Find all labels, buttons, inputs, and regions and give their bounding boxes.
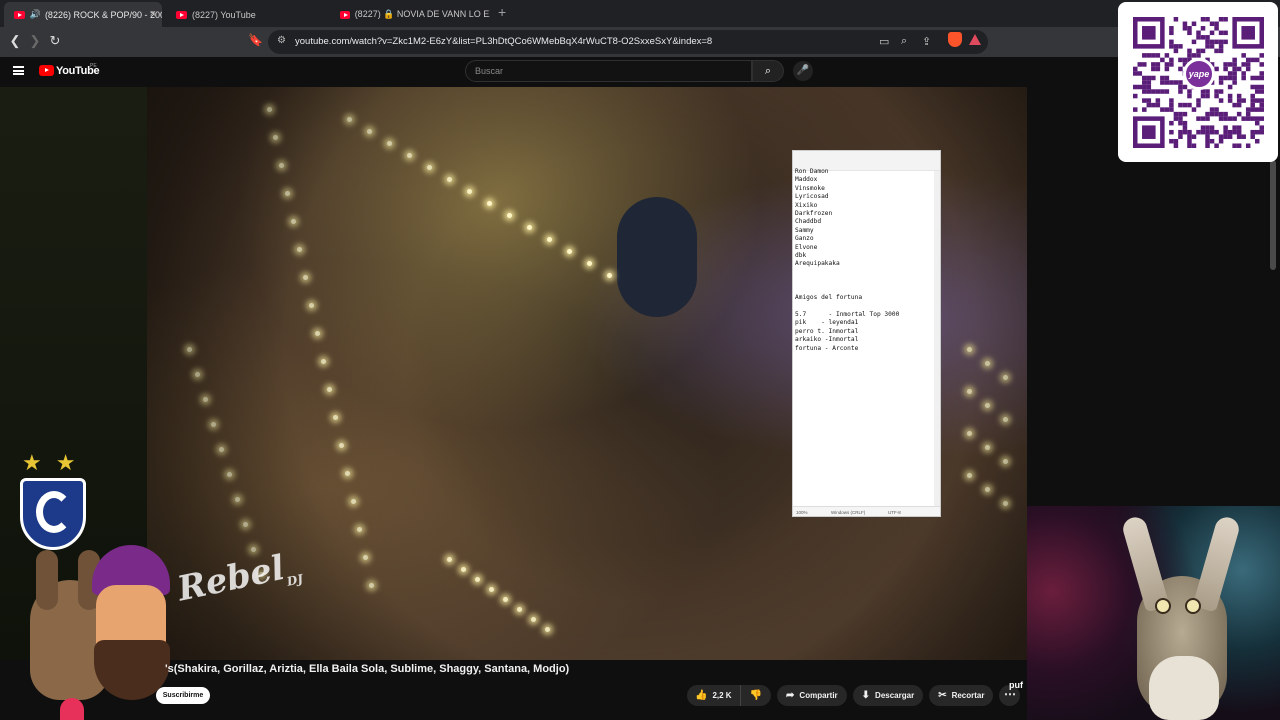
webcam-feed xyxy=(1027,506,1280,720)
donkey-muzzle xyxy=(1149,656,1219,720)
subscribe-button[interactable]: Suscribirme xyxy=(156,687,210,704)
screen: 🔊 (8226) ROCK & POP/90 - 200 × (8227) Yo… xyxy=(0,0,1280,720)
search-placeholder: Buscar xyxy=(475,66,504,76)
thumbs-down-icon: 👎 xyxy=(749,690,763,701)
crest-letter-c xyxy=(36,491,72,533)
dislike-button[interactable]: 👎 xyxy=(741,690,771,701)
cartoon-tongue xyxy=(60,698,84,720)
stars-icon: ★★ xyxy=(22,450,90,475)
clip-label: Recortar xyxy=(951,691,985,700)
status-eol: Windows (CRLF) xyxy=(831,510,866,515)
share-button[interactable]: ➦ Compartir xyxy=(777,685,847,706)
cast-icon[interactable]: ▭ xyxy=(879,35,889,48)
new-tab-icon[interactable]: + xyxy=(498,4,506,20)
brave-rewards-icon[interactable] xyxy=(969,34,981,45)
youtube-favicon-icon xyxy=(14,10,25,19)
youtube-logo-icon[interactable] xyxy=(39,65,54,76)
share-label: Compartir xyxy=(799,691,838,700)
tab-title: (8227) 🔒 NOVIA DE VANN LO EXPO xyxy=(354,9,490,19)
share-arrow-icon: ➦ xyxy=(786,690,795,701)
youtube-header: YouTube PE Buscar ⌕ 🎤 xyxy=(0,57,1120,87)
clip-button[interactable]: ✂ Recortar xyxy=(929,685,994,706)
status-zoom: 100% xyxy=(796,510,808,515)
url-text: youtube.com/watch?v=Zkc1M2-E6zY&list=PL3… xyxy=(295,36,713,47)
like-button[interactable]: 👍 2,2 K xyxy=(687,685,741,706)
donkey-ear xyxy=(1192,514,1242,613)
microphone-icon: 🎤 xyxy=(796,65,810,76)
search-button[interactable]: ⌕ xyxy=(752,60,784,82)
tab-title: (8226) ROCK & POP/90 - 200 xyxy=(44,9,162,20)
forward-icon[interactable]: ❯ xyxy=(27,33,43,49)
like-count: 2,2 K xyxy=(712,691,732,700)
menu-icon[interactable] xyxy=(13,66,24,75)
browser-toolbar: ❮ ❯ ↻ 🔖 ⚙ youtube.com/watch?v=Zkc1M2-E6z… xyxy=(0,27,1280,75)
donkey-eye xyxy=(1185,598,1201,614)
browser-tab-3[interactable]: (8227) 🔒 NOVIA DE VANN LO EXPO xyxy=(330,2,490,27)
tab-title: (8227) YouTube xyxy=(192,9,256,20)
channel-name-fragment[interactable]: puf xyxy=(1009,680,1023,690)
like-dislike-group: 👍 2,2 K 👎 xyxy=(687,685,772,706)
search-icon: ⌕ xyxy=(764,65,772,77)
reload-icon[interactable]: ↻ xyxy=(47,33,63,49)
notepad-statusbar: 100% Windows (CRLF) UTF-8 xyxy=(793,506,940,516)
close-tab-icon[interactable]: × xyxy=(150,8,156,20)
video-title: 's(Shakira, Gorillaz, Ariztia, Ella Bail… xyxy=(165,663,570,675)
browser-tab-2[interactable]: (8227) YouTube xyxy=(166,2,330,27)
youtube-favicon-icon xyxy=(340,10,350,19)
page-scrollbar[interactable] xyxy=(1270,160,1276,270)
site-info-icon[interactable]: ⚙ xyxy=(277,35,286,46)
thumbs-up-icon: 👍 xyxy=(695,690,708,701)
country-code: PE xyxy=(90,63,97,69)
yape-logo: yape xyxy=(1183,58,1215,90)
youtube-favicon-icon xyxy=(176,10,187,19)
notepad-text: Ron Damon Maddox Vinsmoke Lyricosad Xixi… xyxy=(795,168,900,352)
scissors-icon: ✂ xyxy=(938,690,947,701)
download-icon: ⬇ xyxy=(861,690,871,701)
notepad-scrollbar xyxy=(934,171,940,506)
share-icon[interactable]: ⇪ xyxy=(922,35,931,48)
address-bar[interactable]: ⚙ youtube.com/watch?v=Zkc1M2-E6zY&list=P… xyxy=(268,30,988,54)
zoom-icon[interactable]: ⌕ xyxy=(901,35,907,48)
brave-shields-icon[interactable] xyxy=(948,32,962,47)
back-icon[interactable]: ❮ xyxy=(7,33,23,49)
browser-tab-1[interactable]: 🔊 (8226) ROCK & POP/90 - 200 × xyxy=(4,2,162,27)
status-encoding: UTF-8 xyxy=(888,510,901,515)
voice-search-button[interactable]: 🎤 xyxy=(793,61,813,81)
download-button[interactable]: ⬇ Descargar xyxy=(852,685,924,706)
notepad-window: Ron Damon Maddox Vinsmoke Lyricosad Xixi… xyxy=(792,150,941,517)
video-actions: 👍 2,2 K 👎 ➦ Compartir ⬇ Descargar ✂ Reco… xyxy=(687,685,1021,706)
download-label: Descargar xyxy=(875,691,915,700)
browser-tab-strip: 🔊 (8226) ROCK & POP/90 - 200 × (8227) Yo… xyxy=(0,0,1280,27)
streamer-avatar xyxy=(22,540,172,720)
donkey-eye xyxy=(1155,598,1171,614)
bookmark-icon[interactable]: 🔖 xyxy=(248,33,263,47)
cartoon-ear xyxy=(36,550,58,610)
search-input[interactable]: Buscar xyxy=(465,60,752,82)
speaker-icon[interactable]: 🔊 xyxy=(30,9,41,20)
